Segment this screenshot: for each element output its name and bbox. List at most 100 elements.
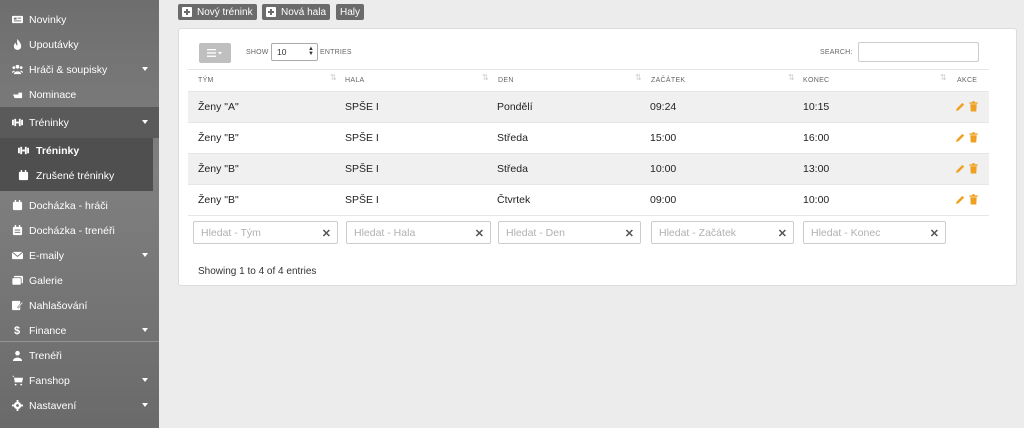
trash-icon[interactable] [968,132,979,143]
sidebar-item-emaily[interactable]: E-maily [0,243,159,268]
sidebar-item-label: Nastavení [29,399,77,412]
sidebar-item-label: Fanshop [29,374,70,387]
calendar-icon [11,200,23,212]
list-icon [207,49,222,57]
sidebar-item-label: Galerie [29,274,63,287]
newspaper-icon [11,14,23,26]
filter-hall-field[interactable]: ✕ [346,221,491,244]
pencil-icon[interactable] [955,132,966,143]
cell-day: Středa [497,163,528,175]
trash-icon[interactable] [968,101,979,112]
filter-start-field[interactable]: ✕ [651,221,794,244]
pencil-icon[interactable] [955,163,966,174]
search-label: SEARCH: [820,49,853,56]
filter-day-input[interactable] [499,222,640,243]
pencil-icon[interactable] [955,101,966,112]
trash-icon[interactable] [968,194,979,205]
page-size-select[interactable]: 10 ▲ ▼ [271,43,318,61]
sort-icon: ⇅ [940,73,947,82]
submenu-item-label: Tréninky [36,144,80,157]
users-icon [11,64,23,76]
sort-icon: ⇅ [330,73,337,82]
table-row[interactable]: Ženy "B" SPŠE I Středa 15:00 16:00 [188,123,989,153]
gear-icon [11,400,23,412]
submenu-item-label: Zrušené tréninky [36,169,115,182]
clear-icon[interactable]: ✕ [475,227,484,240]
sidebar-item-fanshop[interactable]: Fanshop [0,368,159,393]
sidebar-item-upoutavky[interactable]: Upoutávky [0,32,159,57]
table-row[interactable]: Ženy "B" SPŠE I Čtvrtek 09:00 10:00 [188,185,989,215]
filter-hall-input[interactable] [347,222,490,243]
dumbbell-icon [11,117,23,129]
sidebar-item-label: Hráči & soupisky [29,63,108,76]
divider [188,69,989,70]
cell-start: 09:24 [650,101,677,113]
submenu-item-treninky[interactable]: Tréninky [0,138,153,163]
new-training-label: Nový trénink [197,6,253,18]
sidebar-item-galerie[interactable]: Galerie [0,268,159,293]
edit-icon [11,300,23,312]
table-row[interactable]: Ženy "B" SPŠE I Středa 10:00 13:00 [188,154,989,184]
clear-icon[interactable]: ✕ [930,227,939,240]
sidebar-item-novinky[interactable]: Novinky [0,7,159,32]
sidebar-item-label: Tréninky [29,116,69,129]
sidebar-item-nahlasovani[interactable]: Nahlašování [0,293,159,318]
filter-end-input[interactable] [804,222,945,243]
column-header-team[interactable]: TÝM [198,77,214,84]
column-header-day[interactable]: DEN [498,77,514,84]
divider [0,341,159,342]
cell-hall: SPŠE I [345,132,379,144]
sidebar-item-dochazka-treneri[interactable]: Docházka - trenéři [0,218,159,243]
clear-icon[interactable]: ✕ [322,227,331,240]
entries-label: ENTRIES [320,49,352,56]
sidebar-item-dochazka-hraci[interactable]: Docházka - hráči [0,193,159,218]
page-size-value: 10 [277,47,287,57]
column-header-start[interactable]: ZAČÁTEK [651,77,685,84]
dumbbell-icon [18,145,30,157]
cell-end: 13:00 [803,163,830,175]
sidebar-item-nastaveni[interactable]: Nastavení [0,393,159,418]
calendar-icon [11,225,23,237]
cell-team: Ženy "B" [198,194,239,206]
new-hall-button[interactable]: Nová hala [262,4,331,20]
table-info: Showing 1 to 4 of 4 entries [198,266,317,277]
clear-icon[interactable]: ✕ [778,227,787,240]
sort-icon: ⇅ [635,73,642,82]
clear-icon[interactable]: ✕ [625,227,634,240]
filter-team-input[interactable] [194,222,337,243]
sidebar: Novinky Upoutávky Hráči & soupisky Nomin… [0,0,159,428]
chevron-down-icon [142,378,148,382]
filter-start-input[interactable] [652,222,793,243]
sidebar-item-finance[interactable]: $ Finance [0,318,159,343]
cell-hall: SPŠE I [345,194,379,206]
envelope-icon [11,250,23,262]
new-training-button[interactable]: Nový trénink [178,4,257,20]
column-header-hall[interactable]: HALA [345,77,365,84]
search-input[interactable] [858,42,979,62]
trash-icon[interactable] [968,163,979,174]
cell-team: Ženy "B" [198,163,239,175]
halls-button[interactable]: Haly [336,4,365,20]
plus-square-icon [266,7,276,17]
sidebar-item-hraci-soupisky[interactable]: Hráči & soupisky [0,57,159,82]
cell-team: Ženy "B" [198,132,239,144]
table-row[interactable]: Ženy "A" SPŠE I Pondělí 09:24 10:15 [188,92,989,122]
stepper-arrows-icon: ▲ ▼ [308,46,314,57]
halls-label: Haly [340,6,361,18]
submenu-item-zrusene-treninky[interactable]: Zrušené tréninky [0,163,153,188]
filter-end-field[interactable]: ✕ [803,221,946,244]
chevron-down-icon [142,328,148,332]
sort-icon: ⇅ [482,73,489,82]
sidebar-item-nominace[interactable]: Nominace [0,82,159,107]
cell-end: 10:15 [803,101,830,113]
submenu-treninky: Tréninky Zrušené tréninky [0,138,153,191]
sidebar-item-treneri[interactable]: Trenéři [0,343,159,368]
sidebar-item-treninky[interactable]: Tréninky [0,107,159,138]
cell-day: Středa [497,132,528,144]
filter-day-field[interactable]: ✕ [498,221,641,244]
sidebar-item-label: Finance [29,324,67,337]
filter-team-field[interactable]: ✕ [193,221,338,244]
pencil-icon[interactable] [955,194,966,205]
column-header-end[interactable]: KONEC [803,77,829,84]
column-visibility-button[interactable] [199,43,231,63]
